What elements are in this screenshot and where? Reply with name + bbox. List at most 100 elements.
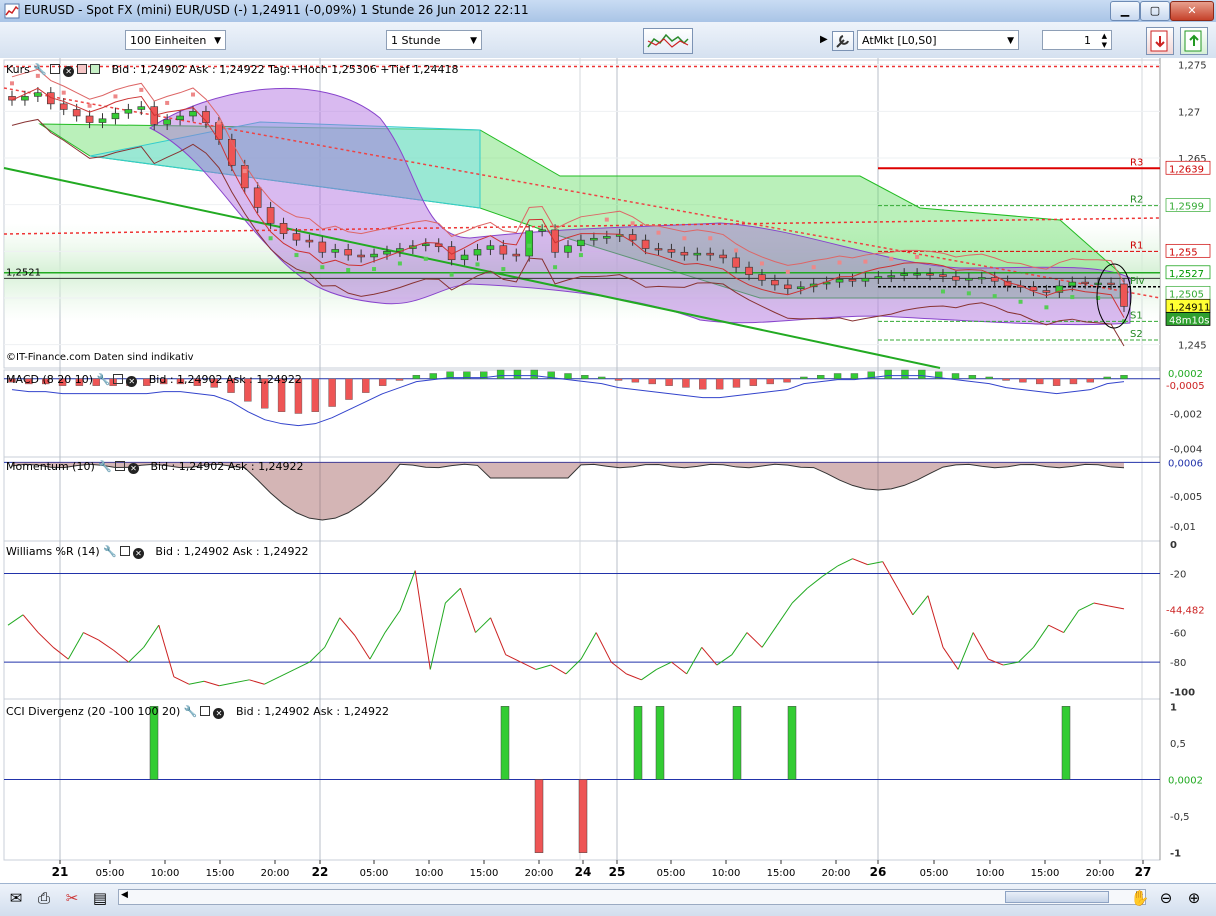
move-up-icon[interactable] (90, 64, 101, 74)
buy-button[interactable] (1180, 27, 1208, 55)
time-tick-label: 10:00 (415, 868, 444, 879)
status-bar: ✉ ⎙ ✂ ▤ ◀ ▶ ✋ ⊖ ⊕ (0, 883, 1216, 916)
candle-down (771, 279, 779, 286)
chart-style-button[interactable] (643, 28, 693, 54)
window-icon[interactable] (200, 706, 211, 716)
time-tick-label: 15:00 (470, 868, 499, 879)
buy-arrow-icon (1184, 30, 1202, 52)
candle-down (228, 139, 236, 166)
window-titlebar: EURUSD - Spot FX (mini) EUR/USD (-) 1,24… (0, 0, 1216, 23)
wrench-icon[interactable]: 🔧 (103, 545, 117, 558)
macd-bar-negative (345, 378, 353, 400)
zoom-in-icon[interactable]: ⊕ (1184, 888, 1204, 908)
price-tick-label: 1,27 (1178, 107, 1200, 118)
candle-up (835, 279, 844, 283)
play-arrow-icon[interactable]: ▶ (820, 34, 828, 45)
macd-bar-positive (968, 375, 977, 379)
williams-value-tag: -44,482 (1166, 606, 1205, 617)
parabolic-sar-dot (475, 262, 480, 267)
pivot-label: R1 (1130, 240, 1143, 251)
close-icon[interactable]: ✕ (126, 376, 138, 387)
sell-button[interactable] (1146, 27, 1174, 55)
macd-bar-negative (1002, 378, 1010, 381)
stepper-arrows-icon[interactable]: ▲ ▼ (1102, 32, 1107, 50)
macd-bar-negative (395, 378, 404, 381)
candle-down (667, 249, 676, 253)
zoom-out-icon[interactable]: ⊖ (1156, 888, 1176, 908)
wrench-icon[interactable]: 🔧 (97, 373, 111, 386)
time-tick-label: 27 (1135, 865, 1152, 879)
notes-icon[interactable]: ▤ (90, 888, 110, 908)
time-tick-label: 21 (52, 865, 69, 879)
minimize-button[interactable]: ▁ (1110, 1, 1140, 21)
cut-icon[interactable]: ✂ (62, 888, 82, 908)
printer-icon[interactable]: ⎙ (34, 888, 54, 908)
wr-panel-frame (3, 540, 1161, 700)
window-icon[interactable] (119, 546, 130, 556)
macd-bar-positive (513, 369, 522, 379)
order-settings-button[interactable] (832, 31, 854, 51)
parabolic-sar-dot (1070, 295, 1075, 300)
candle-up (525, 230, 534, 257)
time-tick-label: 10:00 (712, 868, 741, 879)
cci-bar-positive (787, 706, 797, 780)
period-select-value: 1 Stunde (391, 34, 441, 47)
candle-down (706, 252, 715, 256)
candle-down (8, 96, 16, 101)
email-icon[interactable]: ✉ (6, 888, 26, 908)
macd-bar-negative (1086, 378, 1095, 383)
close-button[interactable]: ✕ (1170, 1, 1214, 21)
wrench-icon[interactable]: 🔧 (98, 460, 112, 473)
candle-down (952, 276, 960, 281)
close-icon[interactable]: ✕ (63, 66, 75, 77)
macd-bar-positive (817, 375, 825, 379)
pivot-label: R2 (1130, 195, 1143, 206)
quantity-stepper[interactable]: 1 ▲ ▼ (1042, 30, 1112, 50)
scroll-left-icon[interactable]: ◀ (121, 890, 128, 900)
macd-bar-negative (1052, 378, 1061, 386)
cci-panel-info: Bid : 1,24902 Ask : 1,24922 (235, 705, 390, 718)
parabolic-sar-dot (397, 261, 402, 266)
macd-bar-negative (665, 378, 673, 386)
close-icon[interactable]: ✕ (127, 463, 139, 474)
momentum-panel-header: Momentum (10) 🔧 ✕ Bid : 1,24902 Ask : 1,2… (6, 460, 304, 474)
momentum-panel-info: Bid : 1,24902 Ask : 1,24922 (150, 460, 304, 473)
parabolic-sar-dot (449, 272, 454, 277)
candle-up (693, 252, 702, 256)
maximize-button[interactable]: ▢ (1140, 1, 1170, 21)
macd-bar-positive (530, 369, 539, 379)
candle-up (577, 239, 585, 247)
macd-bar-negative (1069, 378, 1078, 385)
scrollbar-thumb[interactable] (1005, 891, 1109, 903)
cci-value-tag: 0,0002 (1168, 776, 1203, 787)
candle-down (1120, 283, 1128, 307)
hand-pan-icon[interactable]: ✋ (1130, 888, 1150, 908)
candle-down (654, 248, 663, 251)
parabolic-sar-dot (501, 267, 506, 272)
time-scrollbar[interactable]: ◀ ▶ (118, 889, 1146, 905)
window-icon[interactable] (113, 374, 124, 384)
move-down-icon[interactable] (77, 64, 88, 74)
window-icon[interactable] (50, 64, 61, 74)
candle-up (861, 278, 870, 282)
macd-bar-positive (985, 376, 993, 379)
wrench-icon[interactable]: 🔧 (184, 705, 198, 718)
window-icon[interactable] (114, 461, 125, 471)
chart-area[interactable]: R3 R2 R1 Piv S1 S2 1,275 1,27 1,265 1,245 1,2639 1… (0, 58, 1216, 883)
period-select[interactable]: 1 Stunde ▼ (386, 30, 482, 50)
wrench-icon[interactable]: 🔧 (33, 63, 47, 76)
price-tick-label: 1,245 (1178, 341, 1207, 352)
units-select[interactable]: 100 Einheiten ▼ (125, 30, 226, 50)
candle-down (680, 251, 689, 256)
candle-up (538, 229, 546, 232)
time-tick-label: 20:00 (261, 868, 290, 879)
cci-tick-label: -0,5 (1170, 812, 1190, 823)
macd-value-tag: 0,0002 (1168, 369, 1203, 380)
candle-up (189, 111, 197, 117)
order-type-select[interactable]: AtMkt [L0,S0] ▼ (857, 30, 1019, 50)
parabolic-sar-dot (630, 221, 635, 226)
candle-down (512, 253, 521, 257)
close-icon[interactable]: ✕ (132, 548, 144, 559)
parabolic-sar-dot (346, 268, 351, 272)
close-icon[interactable]: ✕ (213, 708, 225, 719)
